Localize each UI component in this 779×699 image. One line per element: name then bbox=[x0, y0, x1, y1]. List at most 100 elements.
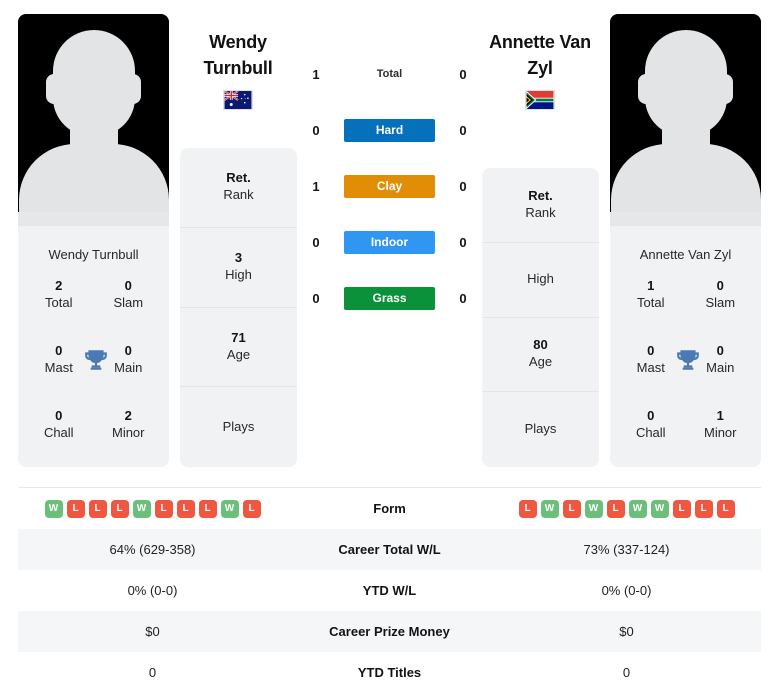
form-chip-right-5[interactable]: W bbox=[628, 499, 647, 518]
form-chip-left-6[interactable]: L bbox=[176, 499, 195, 518]
value-left: $0 bbox=[145, 624, 160, 639]
row-label-ytd-wl: YTD W/L bbox=[362, 583, 417, 598]
form-chip-left-9[interactable]: L bbox=[242, 499, 261, 518]
form-chip-right-3[interactable]: W bbox=[584, 499, 603, 518]
stat-label: Chall bbox=[635, 424, 666, 440]
player-card-right[interactable]: Annette Van Zyl 1 Total 0 Slam 0 Mast 0 … bbox=[610, 14, 761, 467]
rank-value: 71 bbox=[231, 329, 246, 345]
form-chip-left-2[interactable]: L bbox=[88, 499, 107, 518]
rank-label: Rank bbox=[223, 187, 254, 203]
stat-value: 0 bbox=[647, 407, 655, 423]
stat-slam-right: 0 Slam bbox=[686, 278, 756, 311]
rank-value: 3 bbox=[234, 250, 243, 266]
player-stats-grid-left: 2 Total 0 Slam 0 Mast 0 Main 0 Chall 2 M… bbox=[18, 263, 169, 467]
form-chip-left-8[interactable]: W bbox=[220, 499, 239, 518]
rank-label: Age bbox=[528, 354, 553, 370]
stat-total-right: 1 Total bbox=[616, 278, 686, 311]
player-stats-grid-right: 1 Total 0 Slam 0 Mast 0 Main 0 Chall 1 M… bbox=[610, 263, 761, 467]
silhouette-ear-left bbox=[638, 74, 654, 104]
form-chip-left-0[interactable]: W bbox=[44, 499, 63, 518]
form-chip-right-7[interactable]: L bbox=[672, 499, 691, 518]
h2h-row-hard: 0 Hard 0 bbox=[305, 118, 474, 142]
row-label-career-total-wl: Career Total W/L bbox=[338, 542, 441, 557]
rank-label: Rank bbox=[525, 204, 556, 220]
table-row-career-total-wl: 64% (629-358) Career Total W/L 73% (337-… bbox=[18, 529, 761, 570]
form-chip-right-8[interactable]: L bbox=[694, 499, 713, 518]
rank-value: 80 bbox=[533, 337, 548, 353]
form-chip-left-5[interactable]: L bbox=[154, 499, 173, 518]
surface-badge-indoor[interactable]: Indoor bbox=[344, 230, 435, 254]
stat-value: 0 bbox=[55, 343, 63, 359]
silhouette-ear-right bbox=[125, 74, 141, 104]
rank-row-rank-right: Ret. Rank bbox=[482, 168, 599, 243]
h2h-right-score: 0 bbox=[459, 234, 467, 250]
player-photo-left bbox=[18, 14, 169, 226]
value-right: $0 bbox=[619, 624, 634, 639]
form-chip-right-0[interactable]: L bbox=[518, 499, 537, 518]
stat-label: Minor bbox=[703, 424, 737, 440]
rank-row-age-left: 71 Age bbox=[180, 308, 297, 388]
form-chip-left-3[interactable]: L bbox=[110, 499, 129, 518]
form-chip-right-4[interactable]: L bbox=[606, 499, 625, 518]
row-label-form: Form bbox=[373, 501, 406, 516]
table-row-ytd-titles: 0 YTD Titles 0 bbox=[18, 652, 761, 693]
rank-card-right[interactable]: Ret. Rank High 80 Age Plays bbox=[482, 168, 599, 467]
stat-value: 0 bbox=[716, 343, 724, 359]
h2h-left-score: 1 bbox=[312, 66, 320, 82]
rank-label: Age bbox=[226, 346, 251, 362]
player-name-header-right: Annette Van Zyl bbox=[470, 30, 610, 111]
form-chip-right-6[interactable]: W bbox=[650, 499, 669, 518]
australia-flag-icon bbox=[223, 90, 253, 111]
player-name-header-left: Wendy Turnbull bbox=[168, 30, 308, 111]
form-chip-right-2[interactable]: L bbox=[562, 499, 581, 518]
form-chip-left-1[interactable]: L bbox=[66, 499, 85, 518]
value-right: 0 bbox=[622, 665, 631, 680]
form-chip-right-9[interactable]: L bbox=[716, 499, 735, 518]
rank-row-plays-right: Plays bbox=[482, 392, 599, 467]
stat-mast-left: 0 Mast bbox=[24, 343, 107, 376]
row-label-ytd-titles: YTD Titles bbox=[357, 665, 422, 680]
value-left: 0 bbox=[148, 665, 157, 680]
form-chip-left-4[interactable]: W bbox=[132, 499, 151, 518]
surface-badge-clay[interactable]: Clay bbox=[344, 174, 435, 198]
form-chip-left-7[interactable]: L bbox=[198, 499, 217, 518]
h2h-left-score: 1 bbox=[312, 178, 320, 194]
player-card-name-left: Wendy Turnbull bbox=[48, 247, 139, 262]
h2h-left-score: 0 bbox=[312, 122, 320, 138]
stat-label: Mast bbox=[44, 359, 73, 375]
player-name-line2-right: Zyl bbox=[527, 57, 553, 78]
h2h-left-score: 0 bbox=[312, 290, 320, 306]
form-strip-right: LWLWLWWLLL bbox=[518, 499, 735, 518]
rank-card-left[interactable]: Ret. Rank 3 High 71 Age Plays bbox=[180, 148, 297, 467]
form-chip-right-1[interactable]: W bbox=[540, 499, 559, 518]
surface-badge-grass[interactable]: Grass bbox=[344, 286, 435, 310]
row-label-career-prize-money: Career Prize Money bbox=[329, 624, 450, 639]
stat-value: 0 bbox=[647, 343, 655, 359]
stat-label: Mast bbox=[636, 359, 665, 375]
rank-row-high-right: High bbox=[482, 243, 599, 318]
rank-row-plays-left: Plays bbox=[180, 387, 297, 467]
stat-label: Minor bbox=[111, 424, 145, 440]
rank-row-rank-left: Ret. Rank bbox=[180, 148, 297, 228]
player-photo-right bbox=[610, 14, 761, 226]
stat-main-left: 0 Main bbox=[94, 343, 164, 376]
stat-value: 2 bbox=[124, 407, 132, 423]
stat-value: 1 bbox=[716, 407, 724, 423]
comparison-stats-table: WLLLWLLLWL Form LWLWLWWLLL 64% (629-358)… bbox=[18, 487, 761, 693]
player-name-line2-left: Turnbull bbox=[203, 57, 273, 78]
h2h-row-total: 1 Total 0 bbox=[305, 62, 474, 86]
surface-badge-hard[interactable]: Hard bbox=[344, 118, 435, 142]
form-cell-right: LWLWLWWLLL bbox=[492, 499, 761, 518]
stat-chall-left: 0 Chall bbox=[24, 408, 94, 441]
value-right: 0% (0-0) bbox=[601, 583, 652, 598]
photo-base-strip bbox=[18, 212, 169, 226]
player-card-left[interactable]: Wendy Turnbull 2 Total 0 Slam 0 Mast 0 M… bbox=[18, 14, 169, 467]
rank-label: High bbox=[527, 271, 554, 287]
rank-row-high-left: 3 High bbox=[180, 228, 297, 308]
table-row-form: WLLLWLLLWL Form LWLWLWWLLL bbox=[18, 488, 761, 529]
rank-value: Ret. bbox=[226, 170, 251, 186]
rank-label: Plays bbox=[222, 418, 255, 434]
stat-slam-left: 0 Slam bbox=[94, 278, 164, 311]
player-comparison-area: Wendy Turnbull 2 Total 0 Slam 0 Mast 0 M… bbox=[0, 0, 779, 480]
photo-base-strip bbox=[610, 212, 761, 226]
